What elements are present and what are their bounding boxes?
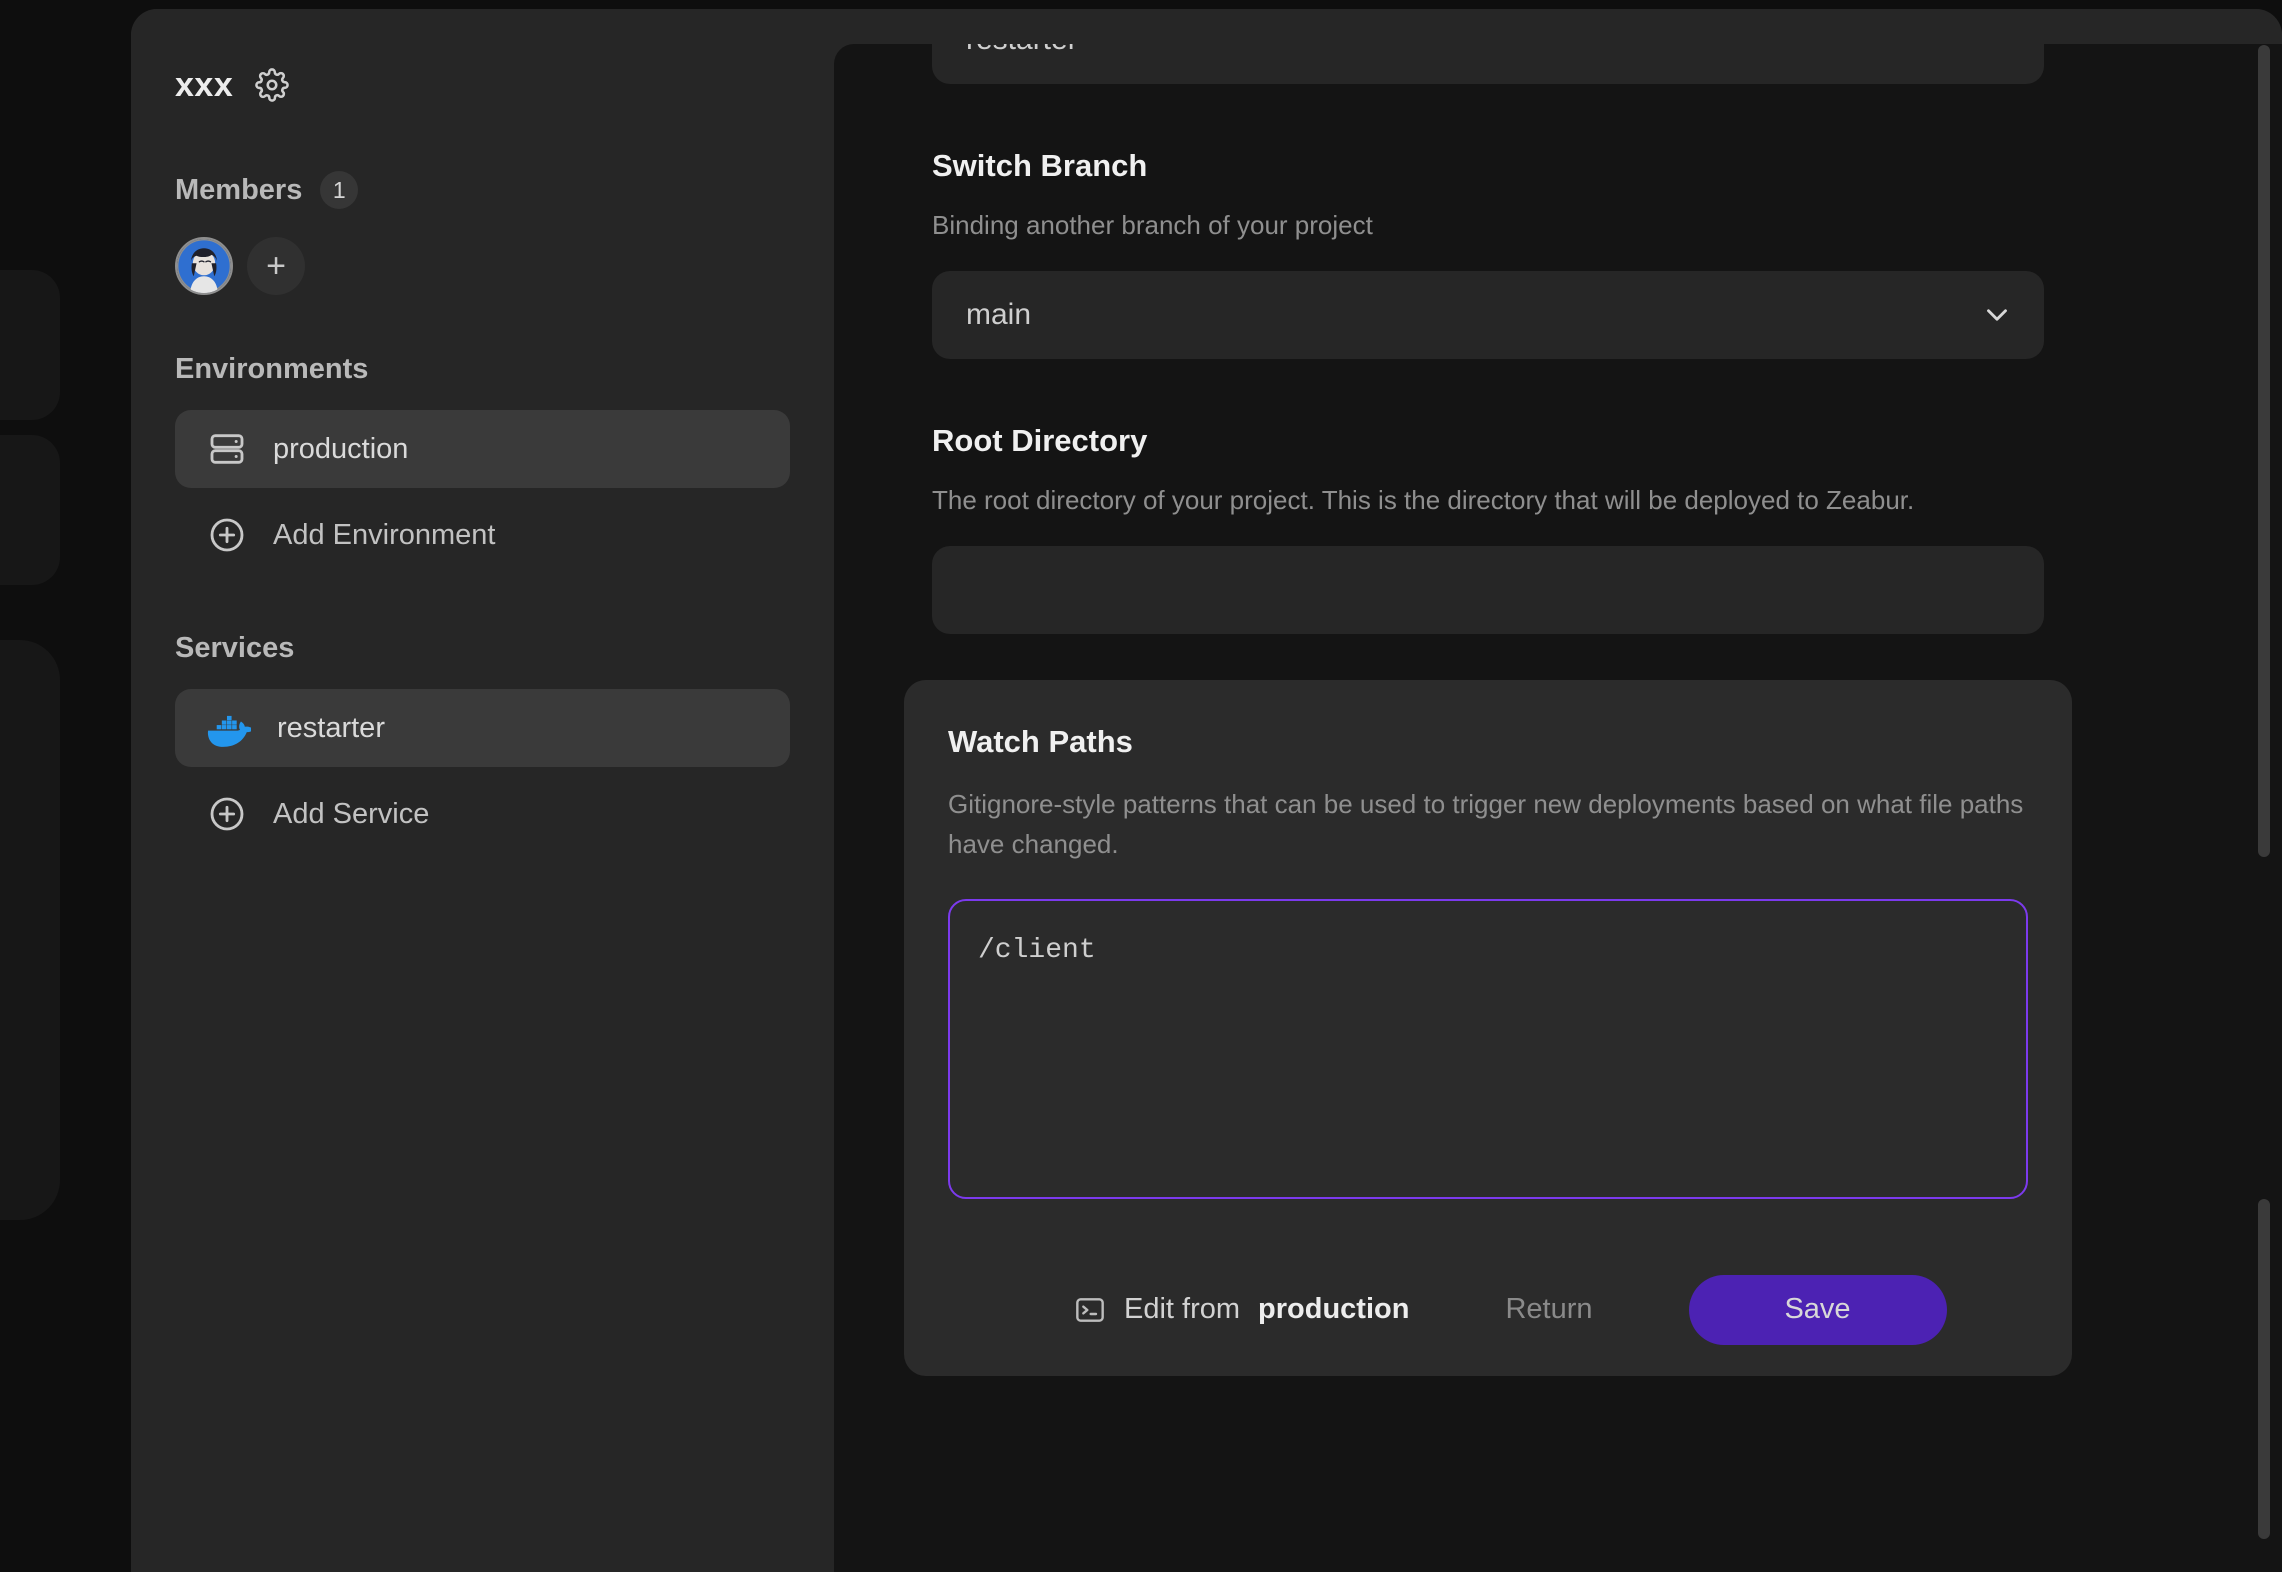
add-environment-label: Add Environment bbox=[273, 518, 496, 551]
chevron-down-icon bbox=[1980, 298, 2014, 332]
sidebar-brand: xxx bbox=[131, 61, 834, 109]
backdrop-ghost-card bbox=[0, 270, 60, 420]
environments-section-header: Environments bbox=[131, 353, 834, 386]
root-directory-description: The root directory of your project. This… bbox=[932, 485, 1915, 515]
sidebar-item-restarter[interactable]: restarter bbox=[175, 689, 790, 767]
sidebar-item-production[interactable]: production bbox=[175, 410, 790, 488]
edit-from-prefix: Edit from bbox=[1124, 1293, 1241, 1326]
watch-paths-description: Gitignore-style patterns that can be use… bbox=[948, 789, 2024, 860]
content-wrapper: restarter Switch Branch Binding another … bbox=[834, 9, 2282, 1572]
settings-scroll-area[interactable]: restarter Switch Branch Binding another … bbox=[834, 44, 2282, 1572]
settings-panel: restarter Switch Branch Binding another … bbox=[834, 44, 2282, 1572]
edit-from-button[interactable]: Edit from production bbox=[1074, 1293, 1409, 1326]
server-icon bbox=[207, 429, 247, 469]
members-label: Members bbox=[175, 173, 303, 206]
add-service-button[interactable]: Add Service bbox=[175, 775, 790, 853]
save-button[interactable]: Save bbox=[1688, 1274, 1947, 1345]
gear-icon[interactable] bbox=[255, 68, 290, 102]
return-button[interactable]: Return bbox=[1505, 1293, 1592, 1326]
branch-select-value: main bbox=[966, 298, 1032, 331]
root-directory-title: Root Directory bbox=[932, 423, 1148, 458]
avatar[interactable] bbox=[175, 237, 233, 295]
members-count-badge: 1 bbox=[320, 171, 359, 209]
sidebar-item-label: production bbox=[273, 432, 409, 465]
members-section-header: Members 1 bbox=[131, 171, 834, 209]
watch-paths-footer: Edit from production Return Save bbox=[948, 1244, 2028, 1376]
watch-paths-title: Watch Paths bbox=[948, 724, 1133, 759]
project-title: xxx bbox=[175, 65, 234, 104]
branch-select[interactable]: main bbox=[932, 271, 2044, 359]
services-section-header: Services bbox=[131, 632, 834, 665]
environments-label: Environments bbox=[175, 353, 369, 385]
plus-circle-icon bbox=[207, 515, 247, 555]
watch-paths-card: Watch Paths Gitignore-style patterns tha… bbox=[904, 680, 2072, 1376]
add-member-button[interactable]: + bbox=[247, 237, 305, 295]
root-directory-block: Root Directory The root directory of you… bbox=[932, 423, 2184, 634]
outer-scrollbar-thumb[interactable] bbox=[2258, 45, 2270, 857]
terminal-icon bbox=[1074, 1294, 1106, 1326]
project-modal: xxx Members 1 + Environments production … bbox=[131, 9, 2282, 1572]
root-directory-input[interactable] bbox=[932, 546, 2044, 634]
switch-branch-description: Binding another branch of your project bbox=[932, 210, 1373, 240]
members-avatar-row: + bbox=[131, 237, 834, 295]
inner-scrollbar-thumb[interactable] bbox=[2258, 1199, 2270, 1539]
services-label: Services bbox=[175, 632, 295, 664]
environments-list: production Add Environment bbox=[131, 410, 834, 574]
backdrop-ghost-card bbox=[0, 435, 60, 585]
sidebar: xxx Members 1 + Environments production … bbox=[131, 9, 834, 1572]
plus-circle-icon bbox=[207, 794, 247, 834]
services-list: restarter Add Service bbox=[131, 689, 834, 853]
switch-branch-title: Switch Branch bbox=[932, 148, 1148, 183]
edit-from-target: production bbox=[1258, 1293, 1410, 1326]
backdrop-ghost-card bbox=[0, 640, 60, 1220]
add-service-label: Add Service bbox=[273, 797, 430, 830]
add-environment-button[interactable]: Add Environment bbox=[175, 496, 790, 574]
service-name-field[interactable]: restarter bbox=[932, 44, 2044, 84]
watch-paths-textarea[interactable] bbox=[948, 898, 2028, 1199]
docker-icon bbox=[207, 706, 251, 750]
sidebar-item-label: restarter bbox=[277, 711, 385, 744]
switch-branch-block: Switch Branch Binding another branch of … bbox=[932, 148, 2184, 359]
